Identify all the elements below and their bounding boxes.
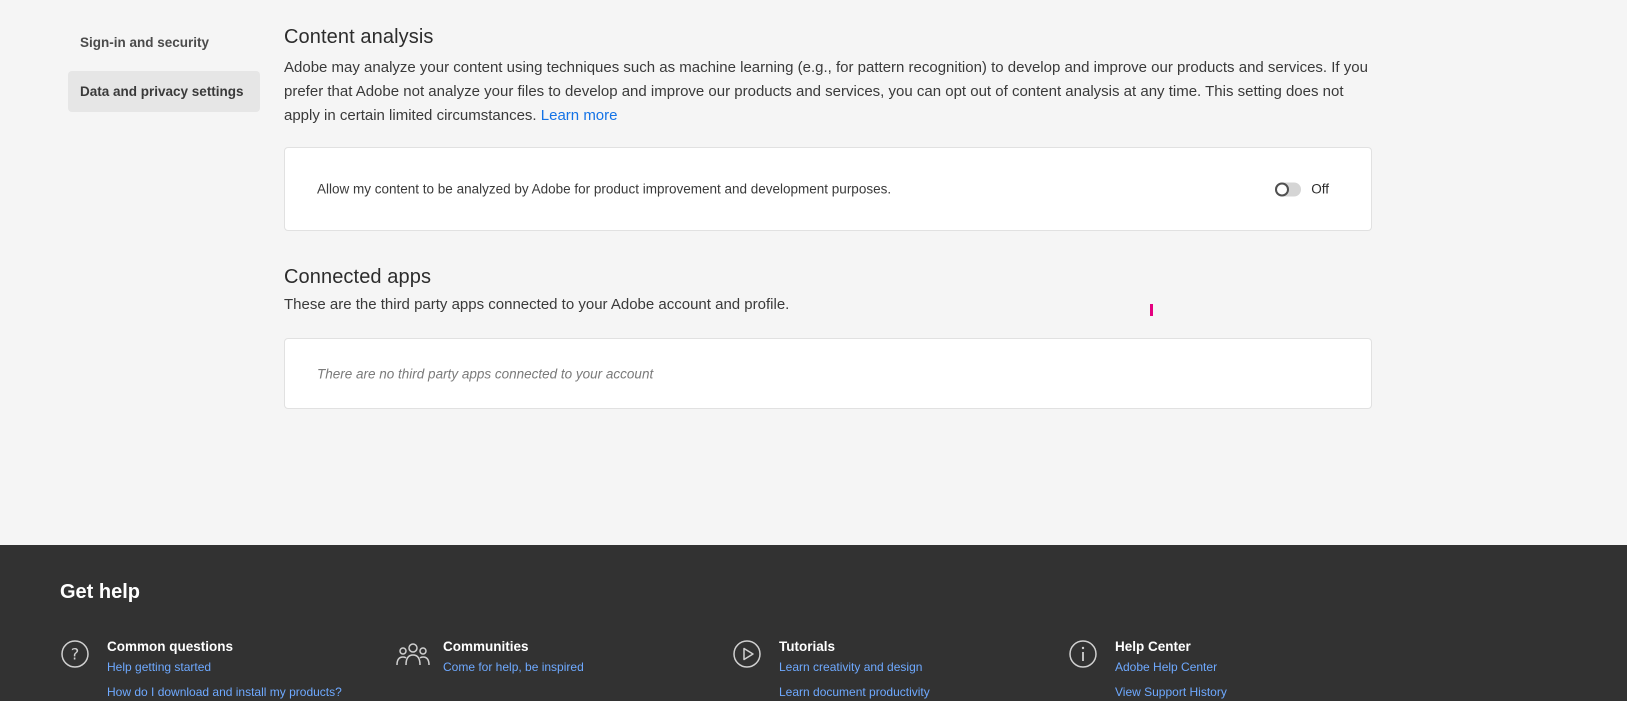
learn-creativity-link[interactable]: Learn creativity and design: [779, 660, 930, 674]
help-getting-started-link[interactable]: Help getting started: [107, 660, 342, 674]
come-for-help-link[interactable]: Come for help, be inspired: [443, 660, 584, 674]
info-icon: [1069, 640, 1097, 668]
help-footer: Get help ? Common questions Help getting…: [0, 545, 1627, 701]
connected-apps-description: These are the third party apps connected…: [284, 296, 790, 313]
play-icon: [733, 640, 761, 668]
svg-text:?: ?: [71, 645, 80, 664]
learn-more-link[interactable]: Learn more: [541, 107, 618, 124]
question-icon: ?: [61, 640, 89, 668]
content-analysis-setting-label: Allow my content to be analyzed by Adobe…: [317, 181, 892, 197]
adobe-help-center-link[interactable]: Adobe Help Center: [1115, 660, 1227, 674]
common-questions-heading: Common questions: [107, 639, 234, 654]
download-install-link[interactable]: How do I download and install my product…: [107, 685, 342, 699]
sidebar-item-data-privacy[interactable]: Data and privacy settings: [68, 71, 260, 112]
content-analysis-description: Adobe may analyze your content using tec…: [284, 56, 1372, 128]
help-center-heading: Help Center: [1115, 639, 1191, 654]
communities-heading: Communities: [443, 639, 529, 654]
no-apps-message: There are no third party apps connected …: [317, 366, 654, 381]
content-analysis-card: Allow my content to be analyzed by Adobe…: [284, 147, 1372, 231]
settings-sidebar: Sign-in and security Data and privacy se…: [68, 22, 260, 120]
toggle-state-label: Off: [1311, 181, 1329, 197]
people-icon: [396, 643, 430, 666]
connected-apps-card: There are no third party apps connected …: [284, 338, 1372, 409]
support-history-link[interactable]: View Support History: [1115, 685, 1227, 699]
footer-title: Get help: [60, 581, 141, 603]
tutorials-heading: Tutorials: [779, 639, 836, 654]
content-analysis-toggle[interactable]: Off: [1275, 182, 1329, 197]
learn-document-link[interactable]: Learn document productivity: [779, 685, 930, 699]
toggle-knob: [1275, 182, 1290, 196]
toggle-switch[interactable]: [1275, 182, 1302, 196]
content-analysis-text: Adobe may analyze your content using tec…: [284, 59, 1368, 124]
connected-apps-title: Connected apps: [284, 266, 432, 288]
text-cursor-icon: [1150, 304, 1153, 316]
content-analysis-title: Content analysis: [284, 26, 434, 48]
sidebar-item-sign-in-security[interactable]: Sign-in and security: [68, 22, 260, 63]
